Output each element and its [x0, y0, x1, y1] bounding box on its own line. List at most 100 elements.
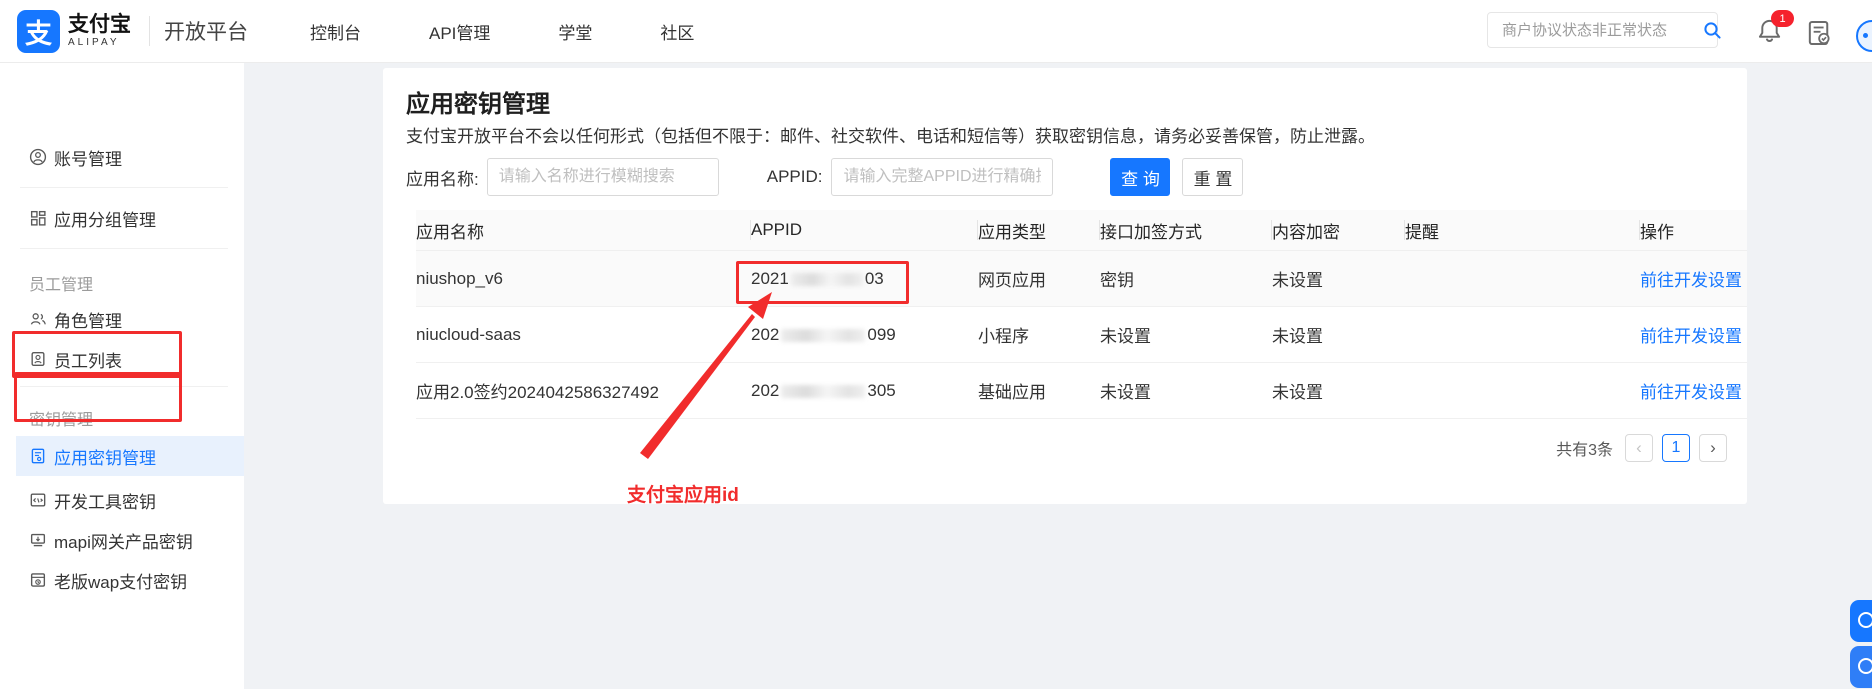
- table-header-row: 应用名称 APPID 应用类型 接口加签方式 内容加密 提醒 操作: [416, 210, 1747, 251]
- customer-service-floater[interactable]: [1850, 600, 1872, 642]
- search-icon[interactable]: [1703, 21, 1722, 40]
- annotation-label: 支付宝应用id: [627, 480, 739, 507]
- go-to-dev-settings-link[interactable]: 前往开发设置: [1640, 327, 1742, 346]
- nav-console[interactable]: 控制台: [310, 19, 361, 44]
- staff-list-icon: [29, 350, 47, 368]
- sidebar-item-label: 开发工具密钥: [54, 488, 156, 513]
- sidebar-item-legacy-wap-key[interactable]: 老版wap支付密钥: [0, 560, 244, 600]
- sidebar-item-label: 员工列表: [54, 347, 122, 372]
- app-key-icon: [29, 447, 47, 465]
- notifications-button[interactable]: 1: [1756, 17, 1786, 47]
- top-nav: 控制台 API管理 学堂 社区: [310, 19, 694, 44]
- sidebar-item-dev-tool-key[interactable]: 开发工具密钥: [0, 480, 244, 520]
- cell-sign-method: 密钥: [1100, 266, 1272, 291]
- alipay-logo[interactable]: 支 支付宝 ALIPAY 开放平台: [17, 10, 248, 53]
- query-button[interactable]: 查 询: [1110, 158, 1170, 196]
- mapi-key-icon: [29, 531, 47, 549]
- brand-name-en: ALIPAY: [68, 38, 131, 48]
- pagination-page-1[interactable]: 1: [1662, 434, 1690, 462]
- pagination-next-button[interactable]: ›: [1699, 434, 1727, 462]
- dev-tool-key-icon: [29, 491, 47, 509]
- sidebar-section-staff-management: 员工管理: [29, 271, 93, 295]
- cell-app-type: 小程序: [978, 322, 1100, 347]
- sidebar-item-app-key-management[interactable]: 应用密钥管理: [0, 436, 244, 476]
- sidebar-item-app-group-management[interactable]: 应用分组管理: [0, 198, 244, 238]
- chat-icon: [1858, 658, 1872, 674]
- header-search-box[interactable]: [1487, 12, 1718, 48]
- assistant-robot-icon[interactable]: [1856, 20, 1872, 52]
- app-group-icon: [29, 209, 47, 227]
- go-to-dev-settings-link[interactable]: 前往开发设置: [1640, 271, 1742, 290]
- app-name-label: 应用名称:: [406, 165, 479, 190]
- sidebar-item-label: 应用分组管理: [54, 206, 156, 231]
- cell-content-encryption: 未设置: [1272, 378, 1405, 403]
- nav-academy[interactable]: 学堂: [558, 19, 592, 44]
- cell-sign-method: 未设置: [1100, 378, 1272, 403]
- sidebar-item-staff-list[interactable]: 员工列表: [0, 339, 244, 379]
- notification-badge: 1: [1771, 10, 1794, 27]
- sidebar-item-account-management[interactable]: 账号管理: [0, 137, 244, 177]
- nav-api-management[interactable]: API管理: [429, 19, 490, 44]
- platform-title: 开放平台: [164, 16, 248, 46]
- col-header-sign-method: 接口加签方式: [1100, 218, 1272, 243]
- content-card: 应用密钥管理 支付宝开放平台不会以任何形式（包括但不限于：邮件、社交软件、电话和…: [383, 68, 1747, 504]
- roles-icon: [29, 310, 47, 328]
- appid-label: APPID:: [767, 167, 823, 187]
- redacted-appid-segment: [781, 385, 865, 398]
- pagination-prev-button[interactable]: ‹: [1625, 434, 1653, 462]
- cell-sign-method: 未设置: [1100, 322, 1272, 347]
- reset-button[interactable]: 重 置: [1182, 158, 1243, 196]
- col-header-action: 操作: [1640, 218, 1747, 243]
- cell-content-encryption: 未设置: [1272, 266, 1405, 291]
- table-row: niushop_v6 202103 网页应用 密钥 未设置 前往开发设置: [416, 251, 1747, 307]
- agreements-button[interactable]: [1806, 19, 1832, 47]
- feedback-floater[interactable]: [1850, 646, 1872, 688]
- pagination: 共有3条 ‹ 1 ›: [1556, 433, 1727, 463]
- logo-divider: [149, 16, 150, 46]
- redacted-appid-segment: [791, 273, 863, 286]
- sidebar-item-role-management[interactable]: 角色管理: [0, 299, 244, 339]
- headset-icon: [1858, 612, 1872, 628]
- col-header-app-name: 应用名称: [416, 218, 751, 243]
- sidebar-item-label: mapi网关产品密钥: [54, 528, 193, 553]
- table-row: niucloud-saas 202099 小程序 未设置 未设置 前往开发设置: [416, 307, 1747, 363]
- cell-app-name: 应用2.0签约2024042586327492: [416, 378, 751, 403]
- nav-community[interactable]: 社区: [660, 19, 694, 44]
- appid-input[interactable]: [831, 158, 1053, 196]
- cell-app-name: niucloud-saas: [416, 325, 751, 345]
- header-search-input[interactable]: [1500, 21, 1703, 40]
- redacted-appid-segment: [781, 329, 865, 342]
- app-key-table: 应用名称 APPID 应用类型 接口加签方式 内容加密 提醒 操作 niusho…: [416, 210, 1747, 419]
- sidebar-divider: [20, 248, 228, 249]
- cell-app-type: 基础应用: [978, 378, 1100, 403]
- brand-name: 支付宝: [68, 14, 131, 35]
- cell-appid: 202305: [751, 381, 978, 401]
- user-circle-icon: [29, 148, 47, 166]
- page-title: 应用密钥管理: [406, 84, 550, 119]
- app-name-input[interactable]: [487, 158, 719, 196]
- contract-icon: [1806, 19, 1832, 47]
- sidebar-item-label: 老版wap支付密钥: [54, 568, 187, 593]
- brand-text: 支付宝 ALIPAY: [68, 14, 131, 48]
- cell-content-encryption: 未设置: [1272, 322, 1405, 347]
- cell-appid: 202103: [751, 269, 978, 289]
- cell-action: 前往开发设置: [1640, 378, 1747, 403]
- cell-action: 前往开发设置: [1640, 322, 1747, 347]
- table-row: 应用2.0签约2024042586327492 202305 基础应用 未设置 …: [416, 363, 1747, 419]
- cell-action: 前往开发设置: [1640, 266, 1747, 291]
- cell-app-name: niushop_v6: [416, 269, 751, 289]
- cell-app-type: 网页应用: [978, 266, 1100, 291]
- go-to-dev-settings-link[interactable]: 前往开发设置: [1640, 383, 1742, 402]
- col-header-appid: APPID: [751, 220, 978, 240]
- top-header: 支 支付宝 ALIPAY 开放平台 控制台 API管理 学堂 社区 1: [0, 0, 1872, 63]
- col-header-content-encryption: 内容加密: [1272, 218, 1405, 243]
- wap-key-icon: [29, 571, 47, 589]
- alipay-logo-icon: 支: [17, 10, 60, 53]
- filter-bar: 应用名称: APPID: 查 询 重 置: [406, 158, 1243, 196]
- security-notice: 支付宝开放平台不会以任何形式（包括但不限于：邮件、社交软件、电话和短信等）获取密…: [406, 122, 1375, 147]
- cell-appid: 202099: [751, 325, 978, 345]
- sidebar-item-label: 应用密钥管理: [54, 444, 156, 469]
- sidebar-section-key-management: 密钥管理: [29, 406, 93, 430]
- sidebar-item-mapi-gateway-key[interactable]: mapi网关产品密钥: [0, 520, 244, 560]
- sidebar: 账号管理 应用分组管理 员工管理 角色管理 员工列表 密钥管理 应用密钥管理 开…: [0, 62, 244, 689]
